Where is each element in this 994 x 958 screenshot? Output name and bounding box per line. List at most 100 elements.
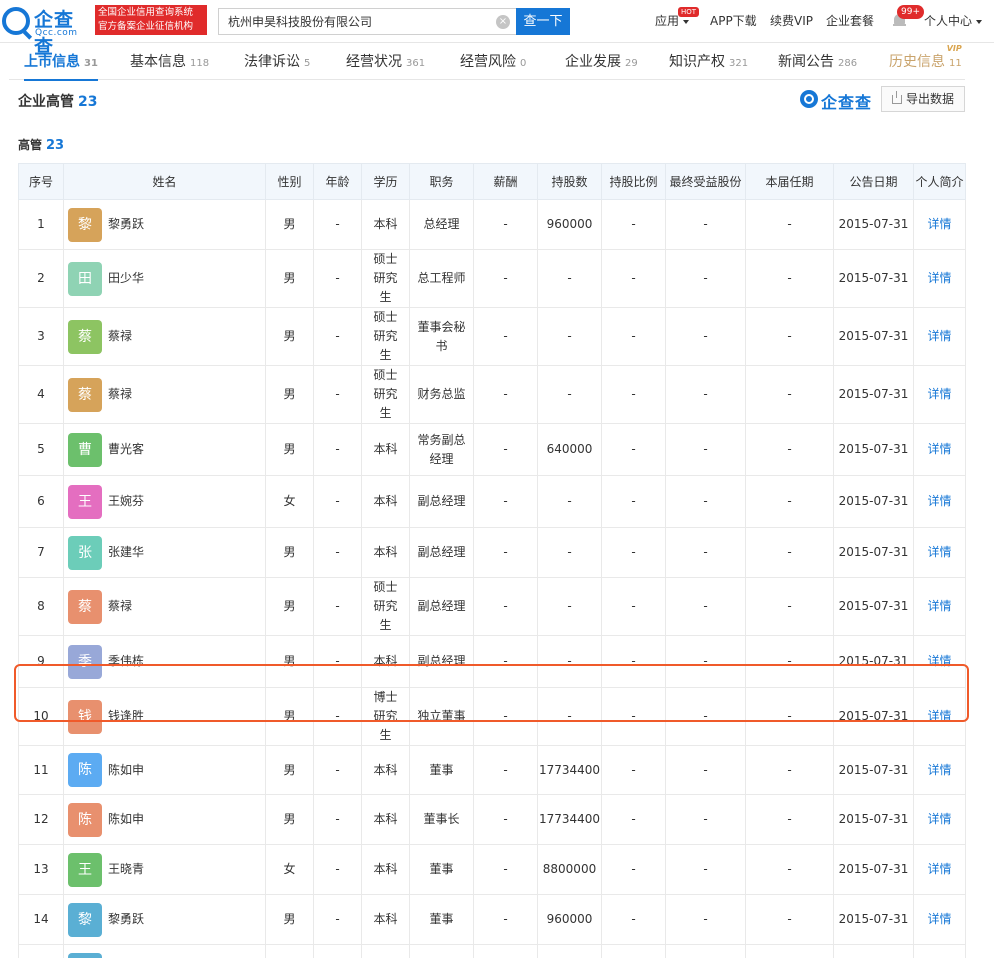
avatar[interactable]: 王 bbox=[68, 852, 102, 887]
search-input[interactable] bbox=[219, 9, 489, 34]
education-cell: 本科 bbox=[361, 199, 410, 250]
avatar[interactable]: 黎 bbox=[68, 902, 102, 937]
avatar[interactable]: 张 bbox=[68, 535, 102, 570]
detail-link[interactable]: 详情 bbox=[927, 271, 951, 285]
detail-link[interactable]: 详情 bbox=[927, 654, 951, 668]
search-button[interactable]: 查一下 bbox=[516, 8, 570, 35]
detail-link[interactable]: 详情 bbox=[927, 812, 951, 826]
name-cell[interactable]: 张张建华 bbox=[63, 527, 266, 578]
person-name[interactable]: 陈如申 bbox=[108, 761, 144, 780]
avatar[interactable]: 黎 bbox=[68, 207, 102, 242]
share-ratio-cell: - bbox=[601, 365, 666, 424]
position-cell: 董事 bbox=[409, 944, 474, 958]
detail-link[interactable]: 详情 bbox=[927, 217, 951, 231]
profile-cell: 详情 bbox=[913, 894, 966, 945]
person-name[interactable]: 曹光客 bbox=[108, 440, 144, 459]
avatar[interactable]: 曹 bbox=[68, 432, 102, 467]
person-name[interactable]: 黎勇跃 bbox=[108, 910, 144, 929]
avatar[interactable]: 蔡 bbox=[68, 319, 102, 354]
person-name[interactable]: 张建华 bbox=[108, 543, 144, 562]
person-name[interactable]: 蔡禄 bbox=[108, 597, 132, 616]
detail-link[interactable]: 详情 bbox=[927, 862, 951, 876]
detail-link[interactable]: 详情 bbox=[927, 387, 951, 401]
person-name[interactable]: 陈如申 bbox=[108, 810, 144, 829]
name-cell[interactable]: 黎黎勇跃 bbox=[63, 199, 266, 250]
tab-basic-info[interactable]: 基本信息 118 bbox=[130, 44, 209, 80]
nav-user-center[interactable]: 个人中心 bbox=[924, 12, 983, 29]
row-number: 11 bbox=[18, 745, 64, 795]
name-cell[interactable]: 王王晓青 bbox=[63, 844, 266, 895]
name-cell[interactable]: 田田少华 bbox=[63, 249, 266, 308]
col-header: 持股比例 bbox=[601, 163, 666, 200]
name-cell[interactable]: 黎黎勇跃 bbox=[63, 894, 266, 945]
person-name[interactable]: 钱逢胜 bbox=[108, 707, 144, 726]
tab-legal[interactable]: 法律诉讼 5 bbox=[244, 44, 310, 80]
person-name[interactable]: 田少华 bbox=[108, 269, 144, 288]
position-cell: 副总经理 bbox=[409, 475, 474, 528]
salary-cell: - bbox=[473, 475, 538, 528]
name-cell[interactable]: 季季伟栋 bbox=[63, 635, 266, 688]
qcc-logo-icon bbox=[2, 7, 30, 35]
announce-date-cell: 2015-07-31 bbox=[833, 475, 914, 528]
announce-date-cell: 2015-07-31 bbox=[833, 844, 914, 895]
detail-link[interactable]: 详情 bbox=[927, 545, 951, 559]
position-cell: 副总经理 bbox=[409, 635, 474, 688]
col-header: 薪酬 bbox=[473, 163, 538, 200]
avatar[interactable]: 陈 bbox=[68, 753, 102, 787]
name-cell[interactable]: 王王婉芬 bbox=[63, 475, 266, 528]
announce-date-cell: 2015-07-31 bbox=[833, 944, 914, 958]
avatar[interactable]: 季 bbox=[68, 644, 102, 679]
person-name[interactable]: 王婉芬 bbox=[108, 492, 144, 511]
name-cell[interactable]: 曹曹光客 bbox=[63, 423, 266, 476]
name-cell[interactable]: 陈陈如申 bbox=[63, 794, 266, 845]
avatar[interactable]: 王 bbox=[68, 484, 102, 519]
col-header: 姓名 bbox=[63, 163, 266, 200]
education-cell: 硕士研究生 bbox=[361, 577, 410, 636]
detail-link[interactable]: 详情 bbox=[927, 599, 951, 613]
tab-risk[interactable]: 经营风险 0 bbox=[460, 44, 526, 80]
tab-history[interactable]: 历史信息 11 VIP bbox=[889, 44, 962, 80]
detail-link[interactable]: 详情 bbox=[927, 709, 951, 723]
avatar[interactable]: 蔡 bbox=[68, 377, 102, 412]
row-number: 2 bbox=[18, 249, 64, 308]
person-name[interactable]: 蔡禄 bbox=[108, 385, 132, 404]
nav-renew-vip[interactable]: 续费VIP bbox=[770, 12, 813, 29]
avatar[interactable]: 曹 bbox=[68, 952, 102, 958]
person-name[interactable]: 季伟栋 bbox=[108, 652, 144, 671]
gender-cell: 女 bbox=[265, 844, 314, 895]
profile-cell: 详情 bbox=[913, 687, 966, 746]
name-cell[interactable]: 陈陈如申 bbox=[63, 745, 266, 795]
detail-link[interactable]: 详情 bbox=[927, 763, 951, 777]
name-cell[interactable]: 蔡蔡禄 bbox=[63, 307, 266, 366]
person-name[interactable]: 王晓青 bbox=[108, 860, 144, 879]
person-name[interactable]: 蔡禄 bbox=[108, 327, 132, 346]
name-cell[interactable]: 蔡蔡禄 bbox=[63, 577, 266, 636]
table-row: 2 田田少华男 - 硕士研究生 总工程师 - - - - -2015-07-31 详情 bbox=[18, 249, 966, 308]
avatar[interactable]: 钱 bbox=[68, 699, 102, 734]
person-name[interactable]: 黎勇跃 bbox=[108, 215, 144, 234]
clear-icon[interactable]: × bbox=[496, 15, 510, 29]
tab-news[interactable]: 新闻公告 286 bbox=[778, 44, 857, 80]
salary-cell: - bbox=[473, 794, 538, 845]
name-cell[interactable]: 钱钱逢胜 bbox=[63, 687, 266, 746]
qcc-logo[interactable]: 企查查 Qcc.com bbox=[2, 3, 92, 58]
avatar[interactable]: 陈 bbox=[68, 802, 102, 837]
salary-cell: - bbox=[473, 307, 538, 366]
detail-link[interactable]: 详情 bbox=[927, 329, 951, 343]
name-cell[interactable]: 曹曹光客 bbox=[63, 944, 266, 958]
detail-link[interactable]: 详情 bbox=[927, 494, 951, 508]
export-button[interactable]: 导出数据 bbox=[881, 86, 965, 112]
share-ratio-cell: - bbox=[601, 527, 666, 578]
avatar[interactable]: 蔡 bbox=[68, 589, 102, 624]
detail-link[interactable]: 详情 bbox=[927, 442, 951, 456]
tab-listing-info[interactable]: 上市信息 31 bbox=[24, 44, 98, 81]
nav-app-download[interactable]: APP下载 bbox=[710, 12, 757, 29]
salary-cell: - bbox=[473, 745, 538, 795]
nav-enterprise-package[interactable]: 企业套餐 bbox=[826, 12, 874, 29]
detail-link[interactable]: 详情 bbox=[927, 912, 951, 926]
avatar[interactable]: 田 bbox=[68, 261, 102, 296]
tab-ip[interactable]: 知识产权 321 bbox=[669, 44, 748, 80]
tab-development[interactable]: 企业发展 29 bbox=[565, 44, 638, 80]
tab-operations[interactable]: 经营状况 361 bbox=[346, 44, 425, 80]
name-cell[interactable]: 蔡蔡禄 bbox=[63, 365, 266, 424]
